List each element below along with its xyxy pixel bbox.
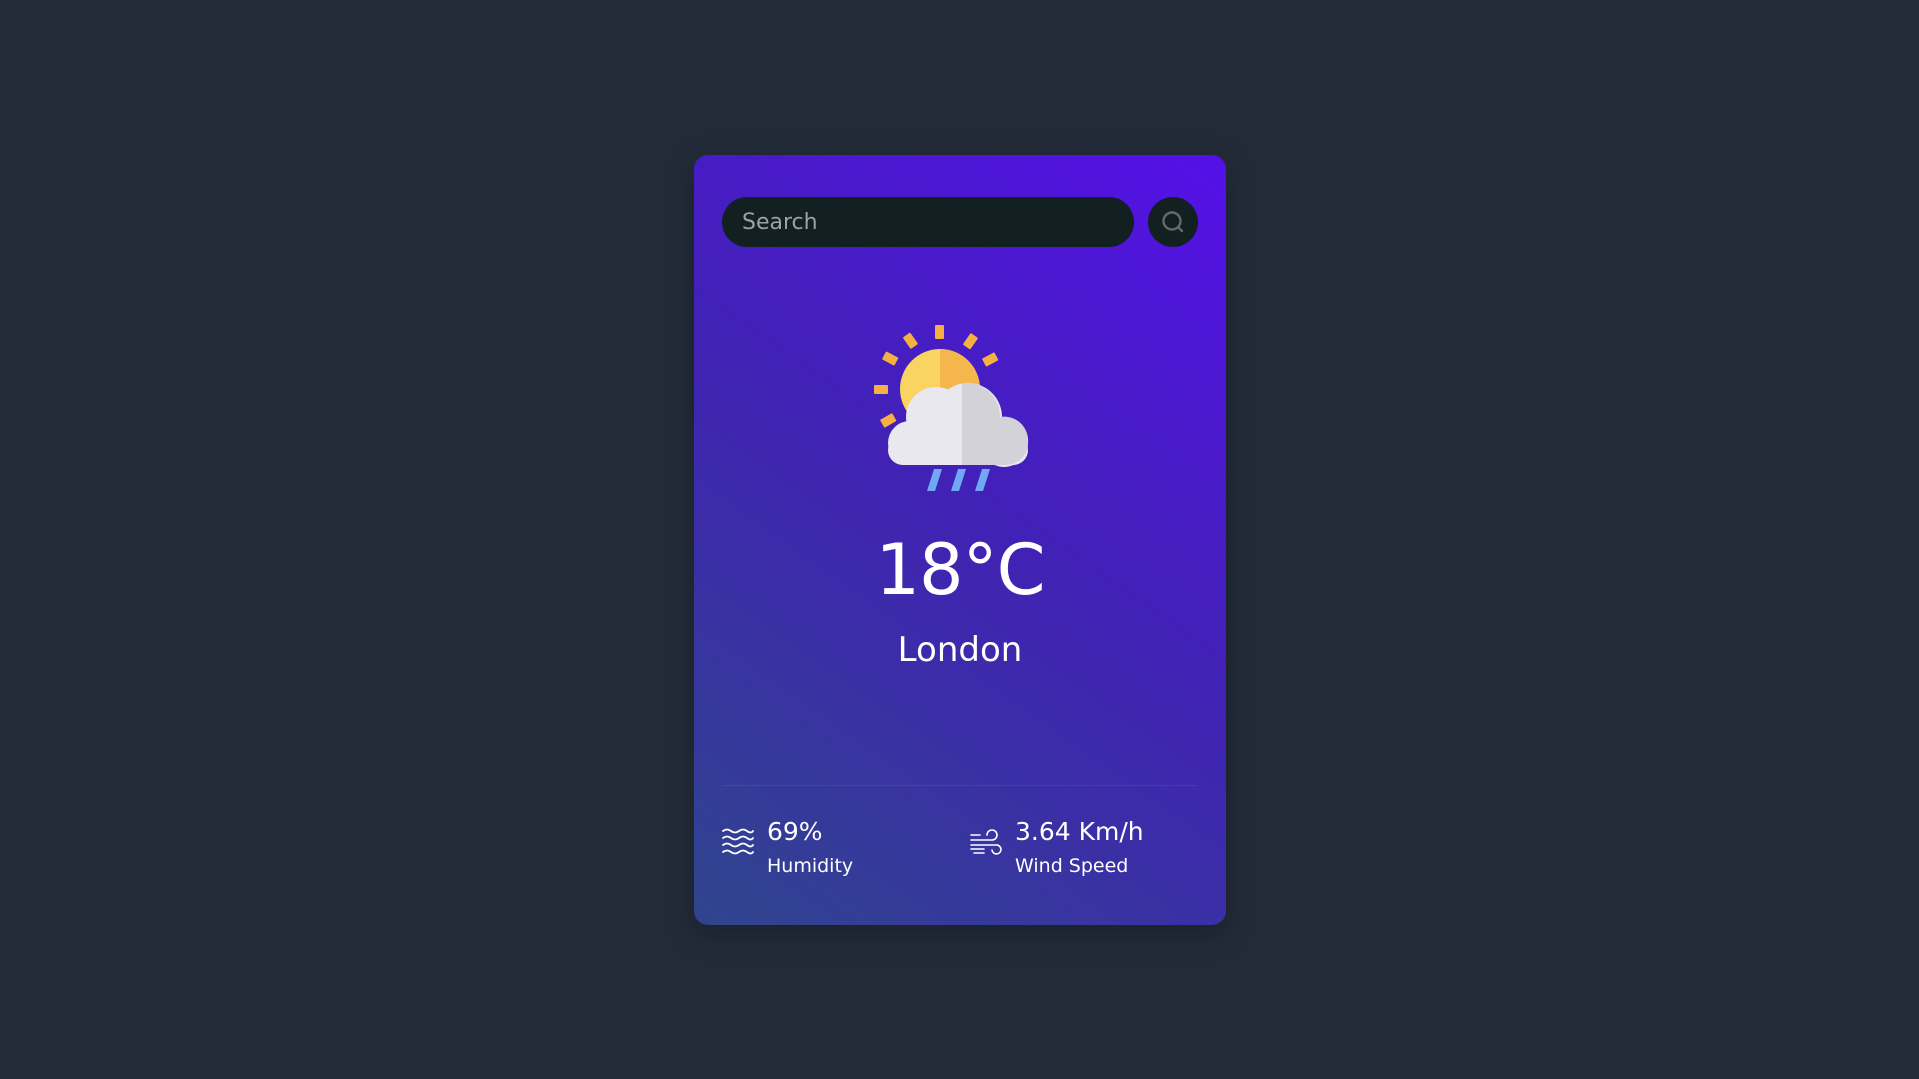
divider: [722, 785, 1198, 786]
temperature: 18°C: [875, 529, 1046, 611]
city-name: London: [897, 630, 1023, 670]
humidity-waves-icon: [722, 828, 754, 855]
wind-value: 3.64 Km/h: [1015, 817, 1144, 846]
wind-stat: 3.64 Km/h Wind Speed: [970, 817, 1210, 887]
search-bar: [722, 197, 1198, 247]
humidity-label: Humidity: [767, 855, 854, 877]
humidity-stat: 69% Humidity: [722, 817, 942, 887]
sun-cloud-rain-icon: [874, 325, 1029, 491]
search-button[interactable]: [1148, 197, 1198, 247]
wind-icon: [970, 829, 1002, 855]
weather-card: 18°C London 69% Humidity 3.64 Km/h Win: [694, 155, 1226, 925]
wind-label: Wind Speed: [1015, 855, 1129, 877]
search-input[interactable]: [722, 197, 1134, 247]
humidity-value: 69%: [767, 817, 823, 846]
search-icon: [1162, 211, 1184, 233]
